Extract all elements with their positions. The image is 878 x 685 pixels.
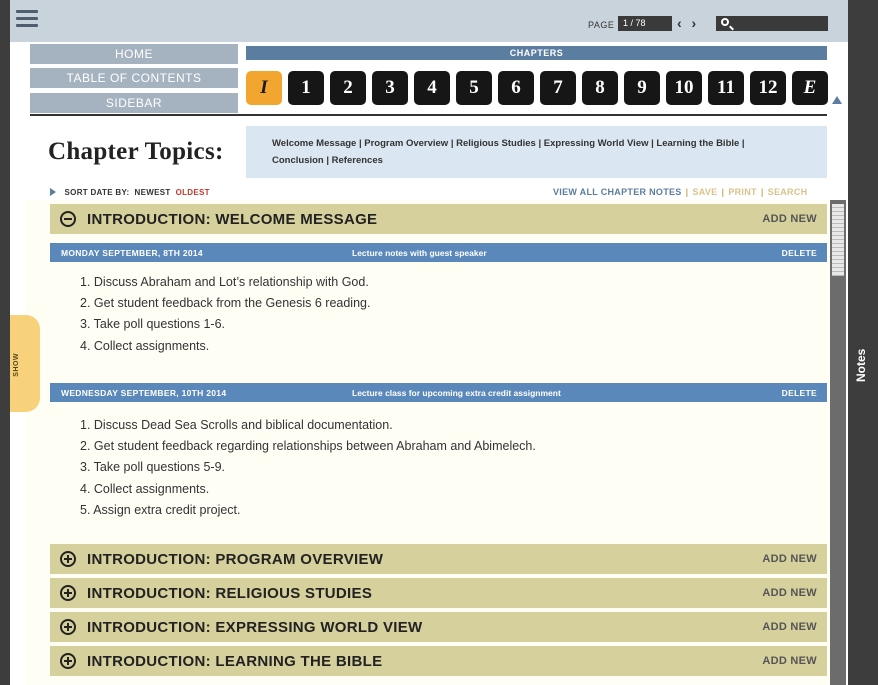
- notes-app: PAGE 1 / 78 ‹ › HOME TABLE OF CONTENTS S…: [10, 0, 848, 685]
- note-date: WEDNESDAY SEPTEMBER, 10TH 2014: [61, 388, 227, 398]
- chapter-tab[interactable]: 4: [414, 71, 450, 105]
- chapter-tab[interactable]: 3: [372, 71, 408, 105]
- chapter-tab[interactable]: 8: [582, 71, 618, 105]
- add-new-button[interactable]: ADD NEW: [762, 621, 817, 633]
- section-title: INTRODUCTION: WELCOME MESSAGE: [87, 211, 378, 228]
- hamburger-menu-icon[interactable]: [16, 10, 38, 30]
- chapter-tab[interactable]: E: [792, 71, 828, 105]
- section-title: INTRODUCTION: LEARNING THE BIBLE: [87, 653, 383, 670]
- sort-oldest-button[interactable]: OLDEST: [176, 188, 210, 197]
- list-item: 3. Take poll questions 5-9.: [80, 460, 226, 475]
- top-toolbar: PAGE 1 / 78 ‹ ›: [10, 0, 848, 42]
- section-header-learning-the-bible[interactable]: INTRODUCTION: LEARNING THE BIBLE ADD NEW: [50, 646, 827, 676]
- scroll-up-arrow-icon[interactable]: [832, 96, 842, 104]
- show-tab-label: SHOW: [13, 353, 20, 377]
- delete-button[interactable]: DELETE: [782, 388, 817, 398]
- section-title: INTRODUCTION: EXPRESSING WORLD VIEW: [87, 619, 423, 636]
- list-item: 2. Get student feedback regarding relati…: [80, 439, 536, 454]
- sort-controls: SORT DATE BY: NEWEST OLDEST: [50, 188, 210, 197]
- note-items-list: 1. Discuss Dead Sea Scrolls and biblical…: [80, 415, 536, 521]
- section-header-expressing-world-view[interactable]: INTRODUCTION: EXPRESSING WORLD VIEW ADD …: [50, 612, 827, 642]
- chapter-tab[interactable]: 5: [456, 71, 492, 105]
- add-new-button[interactable]: ADD NEW: [762, 587, 817, 599]
- chapter-tabs: I 1 2 3 4 5 6 7 8 9 10 11 12 E: [246, 71, 828, 105]
- sidebar-button[interactable]: SIDEBAR: [30, 93, 238, 113]
- add-new-button[interactable]: ADD NEW: [762, 213, 817, 225]
- left-edge-bar: [0, 0, 10, 685]
- section-title: INTRODUCTION: PROGRAM OVERVIEW: [87, 551, 384, 568]
- topics-links-line-1[interactable]: Welcome Message | Program Overview | Rel…: [272, 135, 813, 152]
- expand-plus-icon[interactable]: [60, 653, 76, 669]
- sort-label: SORT DATE BY:: [64, 188, 130, 197]
- page-nav-arrows-icon[interactable]: ‹ ›: [677, 15, 699, 31]
- view-all-notes-button[interactable]: VIEW ALL CHAPTER NOTES: [553, 187, 682, 197]
- note-description: Lecture notes with guest speaker: [352, 248, 487, 258]
- chapter-tab[interactable]: I: [246, 71, 282, 105]
- page-number-field[interactable]: 1 / 78: [618, 16, 672, 31]
- section-header-welcome-message[interactable]: INTRODUCTION: WELCOME MESSAGE ADD NEW: [50, 204, 827, 234]
- page-label: PAGE: [588, 20, 615, 30]
- sort-newest-button[interactable]: NEWEST: [135, 188, 171, 197]
- home-button[interactable]: HOME: [30, 44, 238, 64]
- section-header-program-overview[interactable]: INTRODUCTION: PROGRAM OVERVIEW ADD NEW: [50, 544, 827, 574]
- print-button[interactable]: PRINT: [728, 187, 757, 197]
- delete-button[interactable]: DELETE: [782, 248, 817, 258]
- list-item: 1. Discuss Abraham and Lot’s relationshi…: [80, 275, 369, 289]
- note-entry-header: MONDAY SEPTEMBER, 8TH 2014 Lecture notes…: [50, 243, 827, 262]
- scrollbar-thumb[interactable]: [832, 204, 844, 276]
- list-item: 2. Get student feedback from the Genesis…: [80, 296, 371, 311]
- note-entry-header: WEDNESDAY SEPTEMBER, 10TH 2014 Lecture c…: [50, 383, 827, 402]
- expand-plus-icon[interactable]: [60, 619, 76, 635]
- notes-tab[interactable]: Notes: [848, 340, 874, 390]
- section-title: INTRODUCTION: RELIGIOUS STUDIES: [87, 585, 373, 602]
- chapter-topics-links: Welcome Message | Program Overview | Rel…: [246, 126, 827, 178]
- save-button[interactable]: SAVE: [692, 187, 717, 197]
- header-divider: [30, 114, 827, 116]
- expand-plus-icon[interactable]: [60, 585, 76, 601]
- chapter-tab[interactable]: 10: [666, 71, 702, 105]
- chapter-tab[interactable]: 1: [288, 71, 324, 105]
- notes-actions: VIEW ALL CHAPTER NOTES | SAVE | PRINT | SEARCH: [553, 187, 808, 197]
- sort-triangle-icon: [50, 188, 56, 196]
- chapter-tab[interactable]: 7: [540, 71, 576, 105]
- topics-links-line-2[interactable]: Conclusion | References: [272, 152, 813, 169]
- table-of-contents-button[interactable]: TABLE OF CONTENTS: [30, 68, 238, 88]
- chapter-tab[interactable]: 2: [330, 71, 366, 105]
- list-item: 3. Take poll questions 1-6.: [80, 317, 226, 332]
- search-button[interactable]: SEARCH: [768, 187, 808, 197]
- page-title: Chapter Topics:: [48, 138, 224, 165]
- chapter-tab[interactable]: 9: [624, 71, 660, 105]
- add-new-button[interactable]: ADD NEW: [762, 655, 817, 667]
- list-item: 5. Assign extra credit project.: [80, 502, 241, 517]
- search-icon: [721, 18, 729, 26]
- chapter-tab[interactable]: 11: [708, 71, 744, 105]
- list-item: 4. Collect assignments.: [80, 338, 210, 353]
- list-item: 4. Collect assignments.: [80, 481, 210, 496]
- note-date: MONDAY SEPTEMBER, 8TH 2014: [61, 248, 203, 258]
- list-item: 1. Discuss Dead Sea Scrolls and biblical…: [80, 418, 393, 432]
- search-input[interactable]: [716, 16, 828, 31]
- section-header-religious-studies[interactable]: INTRODUCTION: RELIGIOUS STUDIES ADD NEW: [50, 578, 827, 608]
- note-items-list: 1. Discuss Abraham and Lot’s relationshi…: [80, 272, 370, 357]
- note-description: Lecture class for upcoming extra credit …: [352, 388, 561, 398]
- chapter-tab[interactable]: 12: [750, 71, 786, 105]
- chapters-label: CHAPTERS: [246, 46, 827, 60]
- expand-plus-icon[interactable]: [60, 551, 76, 567]
- collapse-minus-icon[interactable]: [60, 211, 76, 227]
- add-new-button[interactable]: ADD NEW: [762, 553, 817, 565]
- chapter-tab[interactable]: 6: [498, 71, 534, 105]
